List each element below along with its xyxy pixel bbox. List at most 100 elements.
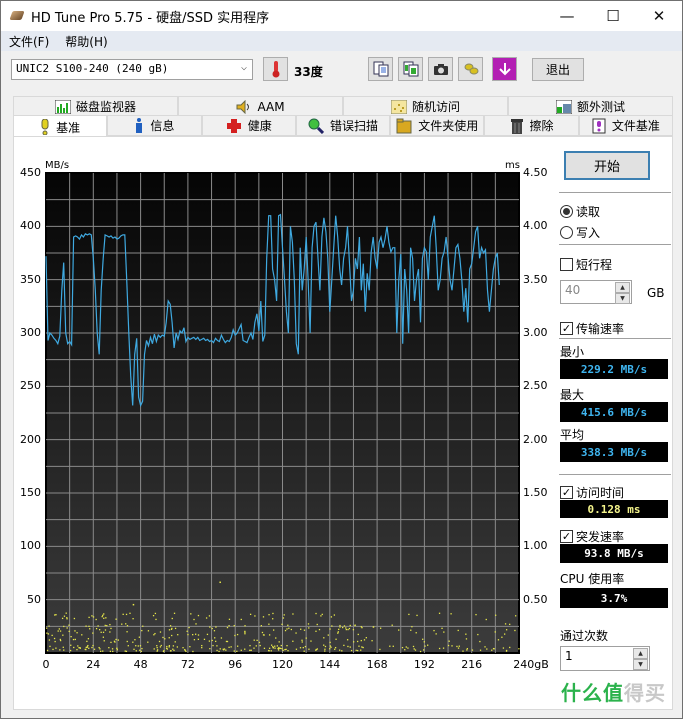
tabs-row-2: 基准 信息 健康 错误扫描 文件夹使用 擦除 文件基准: [13, 115, 673, 138]
minimize-button[interactable]: —: [544, 1, 590, 31]
access-time-dot: [169, 625, 172, 627]
tab-health[interactable]: 健康: [201, 115, 296, 136]
tab-random-access[interactable]: 随机访问: [343, 96, 508, 116]
access-time-dot: [103, 617, 105, 619]
options-button[interactable]: [458, 57, 483, 81]
access-time-dot: [259, 644, 261, 647]
access-time-dot: [424, 645, 426, 647]
tab-folder-usage[interactable]: 文件夹使用: [390, 115, 485, 136]
start-button[interactable]: 开始: [564, 151, 650, 180]
access-time-dot: [121, 623, 123, 625]
read-radio[interactable]: 读取: [560, 203, 600, 220]
monitor-chart-icon: [54, 99, 71, 114]
access-time-dot: [154, 632, 156, 635]
access-time-dot: [485, 618, 487, 621]
access-time-dot: [277, 647, 279, 650]
access-time-dot: [188, 626, 190, 629]
copy-text-button[interactable]: [368, 57, 393, 81]
access-time-dot: [100, 650, 102, 652]
access-time-dot: [66, 617, 68, 619]
access-time-dot: [110, 627, 112, 630]
access-time-dot: [110, 641, 112, 644]
burst-rate-checkbox[interactable]: ✓ 突发速率: [560, 528, 624, 545]
screenshot-button[interactable]: [428, 57, 453, 81]
tab-label: 随机访问: [411, 100, 460, 114]
tab-erase[interactable]: 擦除: [484, 115, 579, 136]
access-time-dot: [171, 627, 173, 630]
access-time-dot: [87, 638, 90, 640]
access-time-checkbox[interactable]: ✓ 访问时间: [560, 484, 624, 501]
access-time-dot: [156, 646, 158, 649]
access-time-dot: [77, 645, 79, 647]
access-time-dot: [87, 644, 89, 647]
copy-text-icon: [373, 61, 388, 77]
close-button[interactable]: ✕: [636, 1, 682, 31]
spin-up-button[interactable]: ▲: [615, 282, 630, 293]
menu-file[interactable]: 文件(F): [1, 33, 57, 50]
menu-bar: 文件(F) 帮助(H): [1, 31, 682, 51]
y2-tick-label: 0.50: [523, 592, 548, 606]
maximize-button[interactable]: ☐: [590, 1, 636, 31]
access-time-dot: [342, 626, 344, 629]
y-tick-label: 150: [20, 486, 41, 499]
access-time-dot: [280, 644, 282, 647]
window-title: HD Tune Pro 5.75 - 硬盘/SSD 实用程序: [31, 10, 270, 26]
passes-input[interactable]: 1 ▲ ▼: [560, 646, 650, 671]
short-stroke-checkbox[interactable]: 短行程: [560, 256, 612, 273]
spin-down-button[interactable]: ▼: [615, 293, 630, 304]
access-time-dot: [234, 634, 236, 637]
access-time-dot: [225, 649, 227, 651]
tab-error-scan[interactable]: 错误扫描: [295, 115, 391, 136]
tab-aam[interactable]: AAM: [178, 96, 343, 116]
save-button[interactable]: [492, 57, 517, 81]
spin-up-button[interactable]: ▲: [633, 648, 648, 659]
access-time-dot: [337, 631, 339, 633]
access-time-dot: [274, 645, 276, 647]
access-time-dot: [155, 618, 157, 621]
tab-extra-tests[interactable]: 额外测试: [508, 96, 673, 116]
access-time-dot: [138, 636, 141, 638]
access-time-dot: [193, 618, 195, 621]
access-time-dot: [208, 615, 211, 617]
short-stroke-size-input[interactable]: 40 ▲ ▼: [560, 280, 632, 304]
access-time-dot: [132, 641, 134, 643]
access-time-dot: [354, 624, 356, 627]
access-time-dot: [353, 641, 355, 643]
tab-info[interactable]: 信息: [107, 115, 202, 136]
spin-down-button[interactable]: ▼: [633, 659, 648, 670]
copy-image-button[interactable]: [398, 57, 423, 81]
access-time-dot: [168, 637, 170, 639]
drive-select-value: UNIC2 S100-240 (240 gB): [16, 62, 169, 75]
access-time-dot: [76, 648, 78, 651]
write-radio[interactable]: 写入: [560, 224, 600, 241]
access-time-dot: [48, 625, 50, 627]
menu-help[interactable]: 帮助(H): [57, 33, 115, 50]
access-time-dot: [92, 616, 95, 618]
access-time-dot: [408, 613, 410, 616]
access-time-dot: [65, 612, 67, 614]
access-time-dot: [62, 646, 64, 648]
transfer-rate-checkbox[interactable]: ✓ 传输速率: [560, 320, 624, 337]
access-time-dot: [365, 637, 367, 639]
access-time-dot: [334, 646, 337, 649]
drive-select[interactable]: UNIC2 S100-240 (240 gB) ⌵: [11, 59, 253, 80]
access-time-dot: [72, 638, 75, 641]
access-time-dot: [173, 649, 175, 652]
access-time-dot: [284, 648, 286, 651]
access-time-dot: [233, 625, 235, 627]
access-time-dot: [279, 647, 281, 650]
access-time-dot: [92, 632, 94, 634]
access-time-dot: [166, 645, 168, 648]
access-time-dot: [66, 627, 68, 629]
exit-button[interactable]: 退出: [532, 58, 584, 81]
access-time-dot: [479, 640, 481, 643]
access-time-dot: [228, 618, 231, 620]
tab-disk-monitor[interactable]: 磁盘监视器: [13, 96, 178, 116]
access-time-dot: [109, 650, 112, 653]
tab-benchmark[interactable]: 基准: [13, 115, 108, 138]
access-time-dot: [363, 639, 366, 641]
x-tick-label: 216: [461, 658, 483, 671]
tab-file-benchmark[interactable]: 文件基准: [578, 115, 673, 136]
temperature-button[interactable]: [263, 57, 288, 81]
access-time-dot: [285, 648, 287, 651]
